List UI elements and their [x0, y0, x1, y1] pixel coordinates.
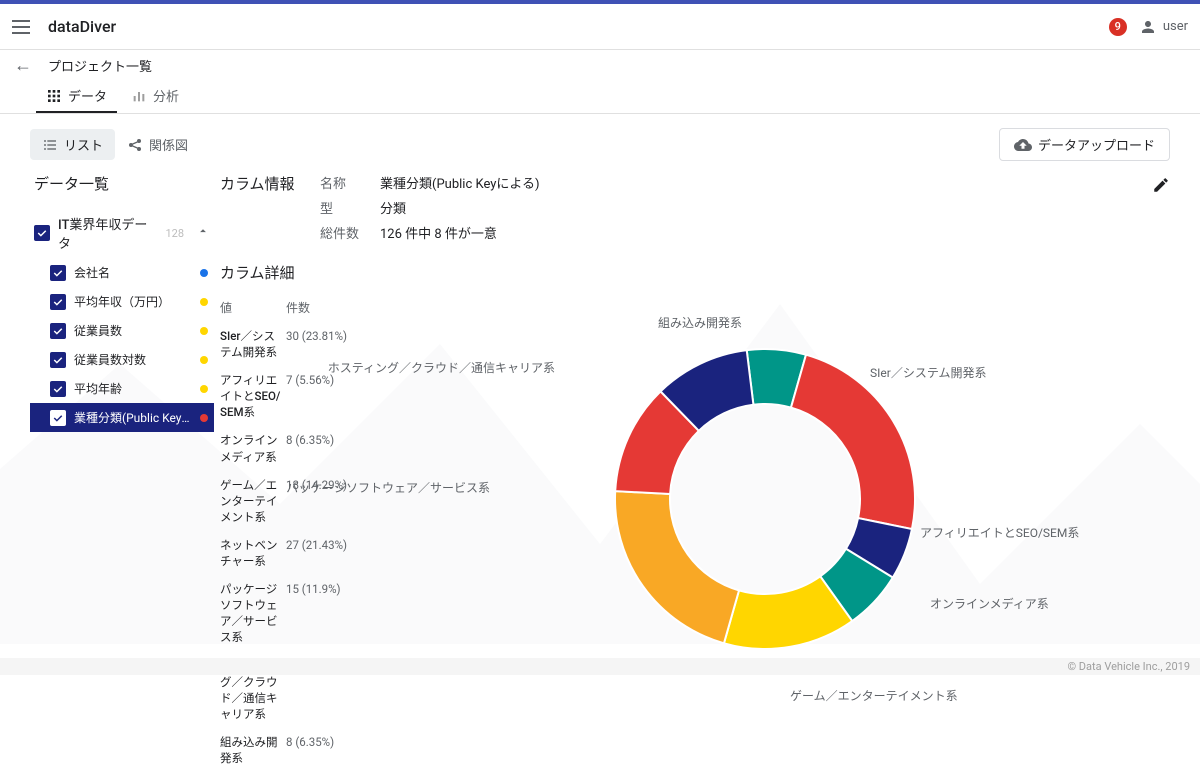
column-item[interactable]: 平均年齢	[30, 374, 214, 403]
type-dot-icon	[200, 356, 208, 364]
tab-data[interactable]: データ	[36, 80, 117, 113]
value-row: パッケージソフトウェア／サービス系15 (11.9%)	[220, 575, 360, 651]
donut-chart: 組み込み開発系 SIer／システム開発系アフィリエイトとSEO/SEM系オンライン…	[360, 299, 1170, 699]
view-list-button[interactable]: リスト	[30, 129, 115, 160]
value-cell: ネットベンチャー系	[220, 537, 286, 569]
upload-button[interactable]: データアップロード	[999, 128, 1170, 161]
info-total-value: 126 件中 8 件が一意	[380, 223, 540, 242]
column-checkbox[interactable]	[50, 265, 66, 281]
tab-data-label: データ	[68, 86, 107, 105]
column-item[interactable]: 業種分類(Public Keyによ...	[30, 403, 214, 432]
count-cell: 7 (5.56%)	[286, 372, 360, 420]
count-cell: 8 (6.35%)	[286, 432, 360, 464]
value-row: オンラインメディア系8 (6.35%)	[220, 426, 360, 470]
column-name: 従業員数	[74, 322, 192, 339]
value-cell: ゲーム／エンターテイメント系	[220, 477, 286, 525]
share-icon	[127, 137, 143, 153]
tab-analysis[interactable]: 分析	[121, 80, 189, 113]
column-checkbox[interactable]	[50, 323, 66, 339]
chart-label: SIer／システム開発系	[870, 364, 986, 381]
count-cell: 8 (6.35%)	[286, 734, 360, 766]
sidebar-title: データ一覧	[30, 173, 214, 194]
back-arrow-icon[interactable]: ←	[14, 55, 32, 76]
value-cell: アフィリエイトとSEO/SEM系	[220, 372, 286, 420]
dataset-checkbox[interactable]	[34, 225, 50, 241]
type-dot-icon	[200, 385, 208, 393]
chart-label: アフィリエイトとSEO/SEM系	[920, 524, 1079, 541]
count-cell: 27 (21.43%)	[286, 537, 360, 569]
info-total-label: 総件数	[320, 223, 380, 242]
count-cell: 15 (11.9%)	[286, 581, 360, 645]
value-cell: パッケージソフトウェア／サービス系	[220, 581, 286, 645]
dataset-header[interactable]: IT業界年収データ 128	[30, 208, 214, 258]
type-dot-icon	[200, 327, 208, 335]
app-title: dataDiver	[48, 17, 116, 36]
info-type-value: 分類	[380, 198, 540, 217]
chart-label: ゲーム／エンターテイメント系	[790, 687, 958, 704]
column-detail-title: カラム詳細	[220, 262, 1170, 283]
info-name-label: 名称	[320, 173, 380, 192]
view-graph-button[interactable]: 関係図	[115, 129, 200, 160]
value-row: 組み込み開発系8 (6.35%)	[220, 728, 360, 772]
column-name: 従業員数対数	[74, 351, 192, 368]
tab-analysis-label: 分析	[153, 86, 179, 105]
type-dot-icon	[200, 414, 208, 422]
value-cell: 組み込み開発系	[220, 734, 286, 766]
chart-label: 組み込み開発系	[658, 314, 742, 331]
count-cell: 30 (23.81%)	[286, 328, 360, 360]
user-menu[interactable]: user	[1139, 18, 1188, 36]
chart-label: パッケージソフトウェア／サービス系	[286, 479, 490, 496]
menu-icon[interactable]	[12, 15, 36, 39]
info-name-value: 業種分類(Public Keyによる)	[380, 173, 540, 192]
column-checkbox[interactable]	[50, 352, 66, 368]
user-icon	[1139, 18, 1157, 36]
count-header: 件数	[286, 299, 360, 316]
donut-slice	[615, 491, 739, 643]
type-dot-icon	[200, 269, 208, 277]
value-header: 値	[220, 299, 286, 316]
column-item[interactable]: 従業員数対数	[30, 345, 214, 374]
column-checkbox[interactable]	[50, 294, 66, 310]
grid-icon	[46, 88, 62, 104]
column-name: 業種分類(Public Keyによ...	[74, 409, 192, 426]
view-graph-label: 関係図	[149, 135, 188, 154]
upload-label: データアップロード	[1038, 135, 1155, 154]
value-row: ネットベンチャー系27 (21.43%)	[220, 531, 360, 575]
bar-chart-icon	[131, 88, 147, 104]
column-checkbox[interactable]	[50, 381, 66, 397]
info-type-label: 型	[320, 198, 380, 217]
value-cell: SIer／システム開発系	[220, 328, 286, 360]
column-name: 平均年収（万円）	[74, 293, 192, 310]
chart-label: ホスティング／クラウド／通信キャリア系	[328, 359, 555, 376]
column-info-title: カラム情報	[220, 173, 320, 242]
column-item[interactable]: 従業員数	[30, 316, 214, 345]
list-icon	[42, 137, 58, 153]
column-item[interactable]: 平均年収（万円）	[30, 287, 214, 316]
value-cell: オンラインメディア系	[220, 432, 286, 464]
notification-badge[interactable]: 9	[1109, 18, 1127, 36]
column-name: 平均年齢	[74, 380, 192, 397]
footer-copyright: © Data Vehicle Inc., 2019	[0, 658, 1200, 675]
column-item[interactable]: 会社名	[30, 258, 214, 287]
dataset-count: 128	[165, 227, 184, 240]
cloud-upload-icon	[1014, 136, 1032, 154]
breadcrumb[interactable]: プロジェクト一覧	[48, 56, 152, 75]
view-list-label: リスト	[64, 135, 103, 154]
column-checkbox[interactable]	[50, 410, 66, 426]
dataset-name: IT業界年収データ	[58, 214, 157, 252]
type-dot-icon	[200, 298, 208, 306]
chevron-up-icon	[196, 224, 210, 242]
chart-label: オンラインメディア系	[930, 595, 1049, 612]
column-name: 会社名	[74, 264, 192, 281]
user-label: user	[1163, 19, 1188, 34]
